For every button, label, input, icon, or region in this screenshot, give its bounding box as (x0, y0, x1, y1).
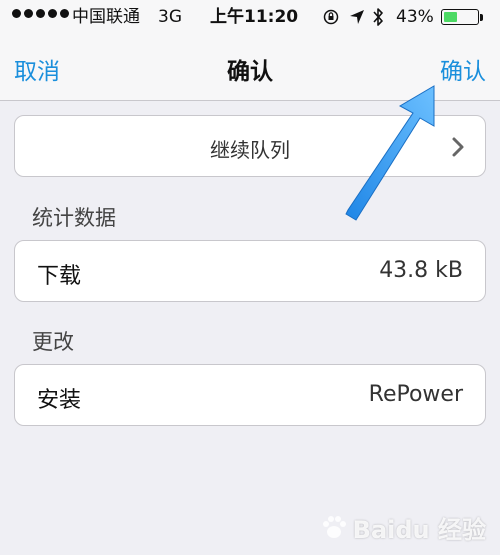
status-time: 上午11:20 (210, 7, 299, 27)
install-label: 安装 (37, 388, 82, 413)
section-header-changes: 更改 (32, 330, 74, 354)
install-row: 安装 RePower (14, 364, 486, 426)
chevron-right-icon (452, 137, 464, 157)
battery-nub (480, 14, 483, 21)
continue-queue-button[interactable]: 继续队列 (14, 115, 486, 177)
baidu-watermark: Baidu 经验 (319, 510, 486, 545)
paw-logo-icon (322, 515, 346, 538)
status-bar: 中国联通 3G 上午11:20 43% (0, 0, 500, 36)
battery-level (444, 12, 457, 22)
signal-strength-icon (12, 9, 69, 18)
page-title: 确认 (227, 59, 273, 85)
location-icon (350, 10, 364, 24)
network-type: 3G (158, 7, 182, 27)
confirm-button[interactable]: 确认 (440, 52, 486, 86)
battery-icon (441, 9, 479, 25)
continue-queue-label: 继续队列 (210, 138, 290, 162)
watermark-text: Baidu 经验 (352, 516, 486, 544)
nav-bar: 取消 确认 确认 (0, 36, 500, 101)
section-header-statistics: 统计数据 (32, 206, 116, 230)
battery-percent: 43% (396, 7, 434, 27)
carrier-name: 中国联通 (72, 7, 140, 27)
download-row: 下载 43.8 kB (14, 240, 486, 302)
bluetooth-icon (373, 8, 383, 26)
download-label: 下载 (37, 264, 82, 289)
install-package-name: RePower (368, 382, 463, 407)
download-size: 43.8 kB (379, 258, 463, 283)
rotation-lock-icon (323, 9, 339, 25)
